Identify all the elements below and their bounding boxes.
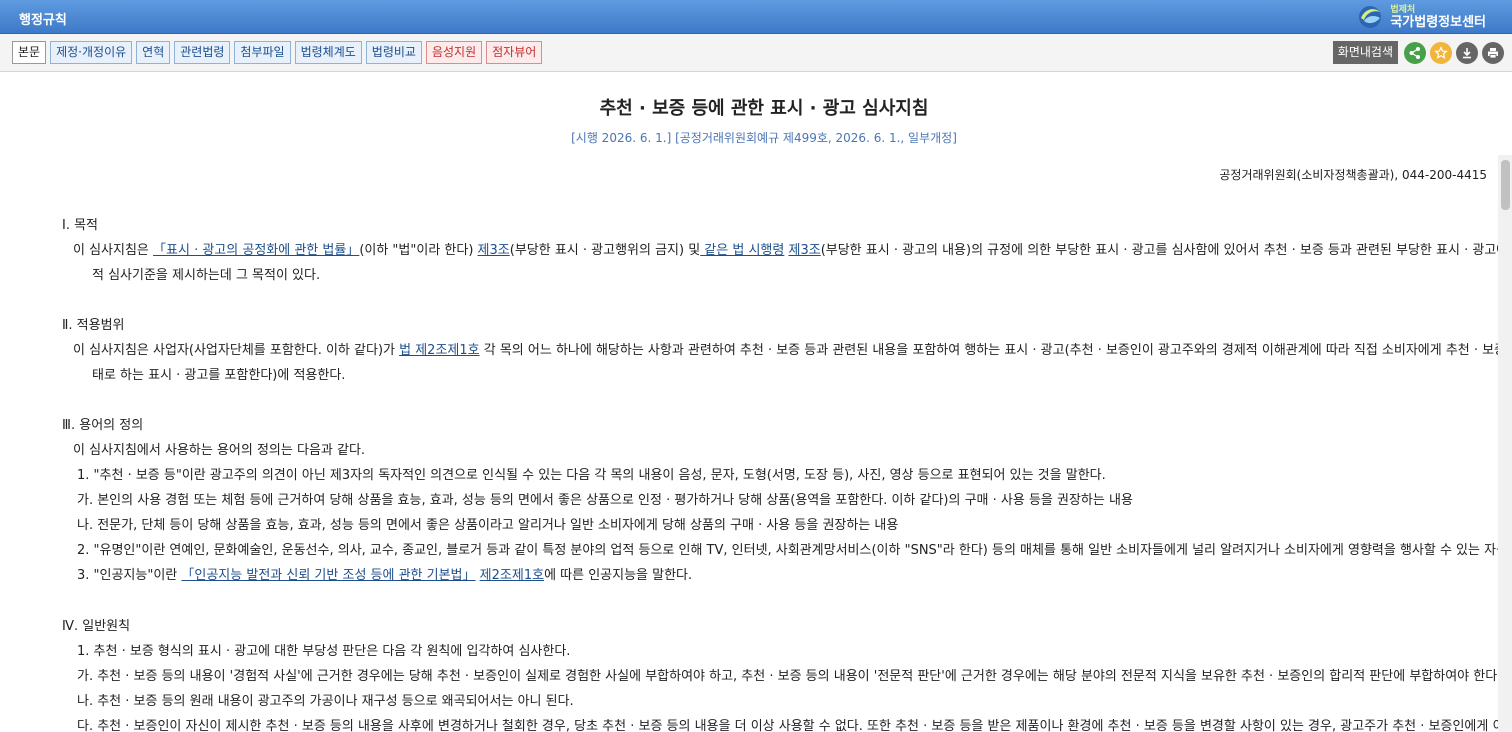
section-heading-principles: Ⅳ. 일반원칙 bbox=[62, 619, 131, 634]
tab-attachments[interactable]: 첨부파일 bbox=[234, 41, 291, 64]
principle-subitem-c: 다. 추천 · 보증인이 자신이 제시한 추천 · 보증 등의 내용을 사후에 … bbox=[77, 719, 1498, 732]
document-toolbar: 본문 제정·개정이유 연혁 관련법령 첨부파일 법령체계도 법령비교 음성지원 … bbox=[0, 34, 1512, 72]
tab-amendment-reason[interactable]: 제정·개정이유 bbox=[50, 41, 133, 64]
section-heading-purpose: Ⅰ. 목적 bbox=[62, 218, 99, 233]
tab-braille-viewer[interactable]: 점자뷰어 bbox=[486, 41, 543, 64]
document-title: 추천 · 보증 등에 관한 표시 · 광고 심사지침 bbox=[599, 98, 929, 119]
definitions-intro: 이 심사지침에서 사용하는 용어의 정의는 다음과 같다. bbox=[73, 443, 366, 458]
definition-item-3: 3. "인공지능"이란 「인공지능 발전과 신뢰 기반 조성 등에 관한 기본법… bbox=[77, 564, 692, 583]
print-icon[interactable] bbox=[1482, 41, 1504, 64]
download-icon[interactable] bbox=[1456, 41, 1478, 64]
in-page-search-button[interactable]: 화면내검색 bbox=[1332, 41, 1398, 64]
decree-link[interactable]: 같은 법 시행령 bbox=[700, 243, 784, 258]
principle-subitem-a: 가. 추천 · 보증 등의 내용이 '경험적 사실'에 근거한 경우에는 당해 … bbox=[77, 669, 1498, 684]
principle-subitem-b: 나. 추천 · 보증 등의 원래 내용이 광고주의 가공이나 재구성 등으로 왜… bbox=[77, 694, 574, 709]
document-body: 추천 · 보증 등에 관한 표시 · 광고 심사지침 [시행 2026. 6. … bbox=[0, 73, 1498, 732]
text-run: 이 심사지침은 bbox=[73, 243, 154, 258]
toolbar-actions: 화면내검색 bbox=[1332, 41, 1504, 64]
section-heading-scope: Ⅱ. 적용범위 bbox=[62, 318, 125, 333]
tab-law-compare[interactable]: 법령비교 bbox=[365, 41, 422, 64]
scrollbar-track[interactable] bbox=[1498, 155, 1512, 732]
paragraph-purpose-cont: 적 심사기준을 제시하는데 그 목적이 있다. bbox=[92, 268, 321, 283]
definition-item-2: 2. "유명인"이란 연예인, 문화예술인, 운동선수, 의사, 교수, 종교인… bbox=[77, 543, 1498, 558]
brand-small-text: 법제처 bbox=[1390, 4, 1416, 15]
paragraph-purpose: 이 심사지침은 「표시 · 광고의 공정화에 관한 법률」(이하 "법"이라 한… bbox=[73, 239, 1498, 258]
definition-subitem-a: 가. 본인의 사용 경험 또는 체험 등에 근거하여 당해 상품을 효능, 효과… bbox=[77, 493, 1133, 508]
law-link[interactable]: 「표시 · 광고의 공정화에 관한 법률」 bbox=[153, 243, 359, 258]
brand-logo[interactable]: 법제처 국가법령정보센터 bbox=[1356, 3, 1486, 31]
document-tabs: 본문 제정·개정이유 연혁 관련법령 첨부파일 법령체계도 법령비교 음성지원 … bbox=[12, 41, 543, 64]
text-run: (이하 "법"이라 한다) bbox=[359, 243, 478, 258]
document-enforcement-info: [시행 2026. 6. 1.] [공정거래위원회예규 제499호, 2026.… bbox=[571, 131, 957, 145]
principle-item-1: 1. 추천 · 보증 형식의 표시 · 광고에 대한 부당성 판단은 다음 각 … bbox=[77, 644, 571, 659]
share-icon[interactable] bbox=[1404, 41, 1426, 64]
definition-item-1: 1. "추천 · 보증 등"이란 광고주의 의견이 아닌 제3자의 독자적인 의… bbox=[77, 468, 1106, 483]
tab-voice-support[interactable]: 음성지원 bbox=[425, 41, 483, 64]
text-run: 3. "인공지능"이란 bbox=[77, 568, 182, 583]
article-link[interactable]: 제2조제1호 bbox=[480, 568, 544, 583]
tab-related-laws[interactable]: 관련법령 bbox=[174, 41, 231, 64]
section-heading-definitions: Ⅲ. 용어의 정의 bbox=[62, 418, 144, 433]
tab-law-hierarchy[interactable]: 법령체계도 bbox=[294, 41, 362, 64]
tab-main-text[interactable]: 본문 bbox=[12, 41, 47, 64]
text-run: 이 심사지침은 사업자(사업자단체를 포함한다. 이하 같다)가 bbox=[73, 343, 400, 358]
article-link[interactable]: 법 제2조제1호 bbox=[399, 343, 479, 358]
favorite-star-icon[interactable] bbox=[1430, 41, 1452, 64]
text-run: 에 따른 인공지능을 말한다. bbox=[544, 568, 693, 583]
app-header: 행정규칙 법제처 국가법령정보센터 bbox=[0, 0, 1512, 34]
law-link[interactable]: 「인공지능 발전과 신뢰 기반 조성 등에 관한 기본법」 bbox=[181, 568, 475, 583]
text-run: (부당한 표시 · 광고행위의 금지) 및 bbox=[509, 243, 701, 258]
article-link[interactable]: 제3조 bbox=[788, 243, 820, 258]
paragraph-scope: 이 심사지침은 사업자(사업자단체를 포함한다. 이하 같다)가 법 제2조제1… bbox=[73, 339, 1498, 358]
text-run: (부당한 표시 · 광고의 내용)의 규정에 의한 부당한 표시 · 광고를 심… bbox=[820, 243, 1498, 258]
national-law-logo-icon bbox=[1359, 6, 1382, 28]
definition-subitem-b: 나. 전문가, 단체 등이 당해 상품을 효능, 효과, 성능 등의 면에서 좋… bbox=[77, 518, 899, 533]
scrollbar-thumb[interactable] bbox=[1501, 160, 1510, 210]
article-link[interactable]: 제3조 bbox=[478, 243, 510, 258]
paragraph-scope-cont: 태로 하는 표시 · 광고를 포함한다)에 적용한다. bbox=[92, 368, 346, 383]
brand-name: 국가법령정보센터 bbox=[1390, 14, 1486, 30]
text-run: 각 목의 어느 하나에 해당하는 사항과 관련하여 추천 · 보증 등과 관련된… bbox=[479, 343, 1498, 358]
document-contact: 공정거래위원회(소비자정책총괄과), 044-200-4415 bbox=[1219, 168, 1487, 182]
tab-history[interactable]: 연혁 bbox=[136, 41, 171, 64]
app-title: 행정규칙 bbox=[19, 13, 67, 28]
